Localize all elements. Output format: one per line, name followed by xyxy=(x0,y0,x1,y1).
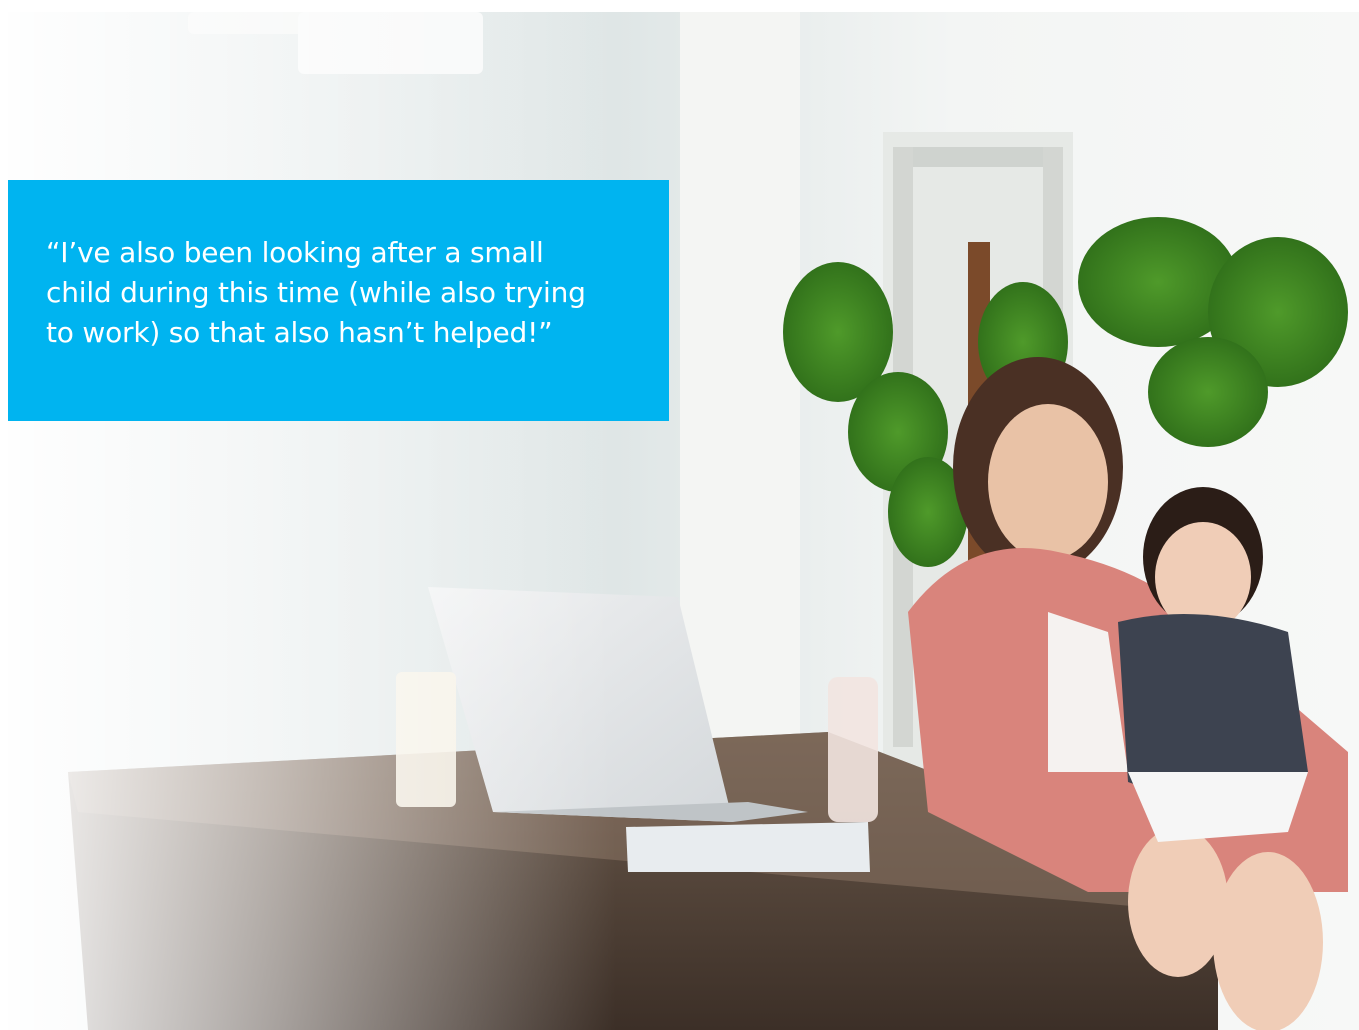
page: “I’ve also been looking after a small ch… xyxy=(0,0,1359,1030)
quote-line: to work) so that also hasn’t helped!” xyxy=(46,316,553,349)
quote-line: “I’ve also been looking after a small xyxy=(46,236,544,269)
quote-line: child during this time (while also tryin… xyxy=(46,276,586,309)
photo-illustration xyxy=(8,12,1359,1030)
quote-text: “I’ve also been looking after a small ch… xyxy=(46,233,639,353)
quote-callout: “I’ve also been looking after a small ch… xyxy=(8,180,669,421)
background-photo xyxy=(8,12,1359,1030)
